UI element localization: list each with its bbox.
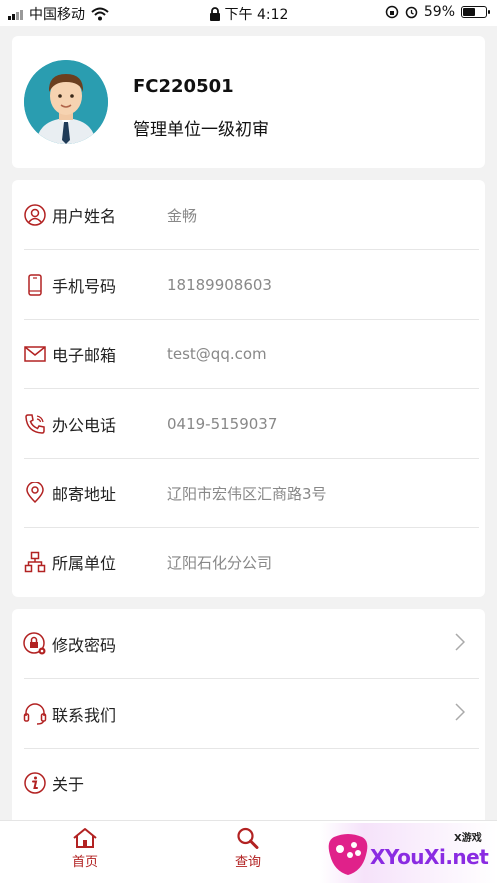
tab-search[interactable]: 查询 xyxy=(208,827,288,870)
info-label: 办公电话 xyxy=(52,416,117,435)
menu-item-about[interactable]: 关于 xyxy=(12,748,485,818)
info-row-organization: 所属单位 辽阳石化分公司 xyxy=(12,527,485,597)
info-row-name: 用户姓名 金畅 xyxy=(12,180,485,250)
info-value: test@qq.com xyxy=(167,345,267,363)
user-icon xyxy=(22,202,48,228)
settings-menu-card: 修改密码 联系我们 关于 xyxy=(12,609,485,834)
tab-label: 查询 xyxy=(234,855,261,870)
status-bar: 中国移动 下午 4:12 59% xyxy=(0,0,497,26)
phone-icon xyxy=(22,272,48,298)
gamepad-logo xyxy=(328,834,368,875)
headset-icon xyxy=(22,701,48,727)
tab-home[interactable]: 首页 xyxy=(45,827,125,870)
menu-label: 修改密码 xyxy=(52,636,117,655)
avatar xyxy=(24,60,108,144)
info-row-address: 邮寄地址 辽阳市宏伟区汇商路3号 xyxy=(12,458,485,528)
battery-percent: 59% xyxy=(423,4,455,20)
user-role: 管理单位一级初审 xyxy=(133,120,269,140)
watermark: X游戏 XYouXi.net xyxy=(320,823,497,883)
org-chart-icon xyxy=(22,549,48,575)
home-icon xyxy=(73,828,97,848)
alarm-icon xyxy=(405,6,418,18)
battery-icon xyxy=(461,6,490,18)
search-icon xyxy=(237,827,259,849)
info-value: 0419-5159037 xyxy=(167,415,278,433)
lock-icon xyxy=(209,7,220,21)
info-label: 电子邮箱 xyxy=(52,346,117,365)
info-label: 手机号码 xyxy=(52,277,117,296)
watermark-brand: XYouXi.net xyxy=(370,845,489,869)
orientation-lock-icon xyxy=(385,5,399,19)
menu-label: 联系我们 xyxy=(52,706,117,725)
info-icon xyxy=(22,770,48,796)
user-info-card: 用户姓名 金畅 手机号码 18189908603 电子邮箱 test@qq.co… xyxy=(12,180,485,597)
location-pin-icon xyxy=(22,480,48,506)
menu-item-contact-us[interactable]: 联系我们 xyxy=(12,679,485,749)
info-value: 辽阳石化分公司 xyxy=(167,553,273,572)
info-value: 金畅 xyxy=(167,206,198,225)
info-label: 所属单位 xyxy=(52,554,117,573)
mail-icon xyxy=(22,341,48,367)
telephone-icon xyxy=(22,411,48,437)
info-row-mobile: 手机号码 18189908603 xyxy=(12,250,485,320)
info-value: 辽阳市宏伟区汇商路3号 xyxy=(167,484,327,503)
menu-item-change-password[interactable]: 修改密码 xyxy=(12,609,485,679)
info-row-office-phone: 办公电话 0419-5159037 xyxy=(12,389,485,459)
profile-card: FC220501 管理单位一级初审 xyxy=(12,36,485,168)
clock: 下午 4:12 xyxy=(224,7,289,23)
watermark-tag: X游戏 xyxy=(454,833,482,844)
tab-label: 首页 xyxy=(71,855,98,870)
chevron-right-icon xyxy=(455,703,465,721)
info-label: 邮寄地址 xyxy=(52,485,117,504)
chevron-right-icon xyxy=(455,633,465,651)
user-id: FC220501 xyxy=(133,76,234,97)
info-value: 18189908603 xyxy=(167,276,272,294)
menu-label: 关于 xyxy=(52,775,85,794)
info-row-email: 电子邮箱 test@qq.com xyxy=(12,319,485,389)
lock-gear-icon xyxy=(22,631,48,657)
info-label: 用户姓名 xyxy=(52,207,117,226)
